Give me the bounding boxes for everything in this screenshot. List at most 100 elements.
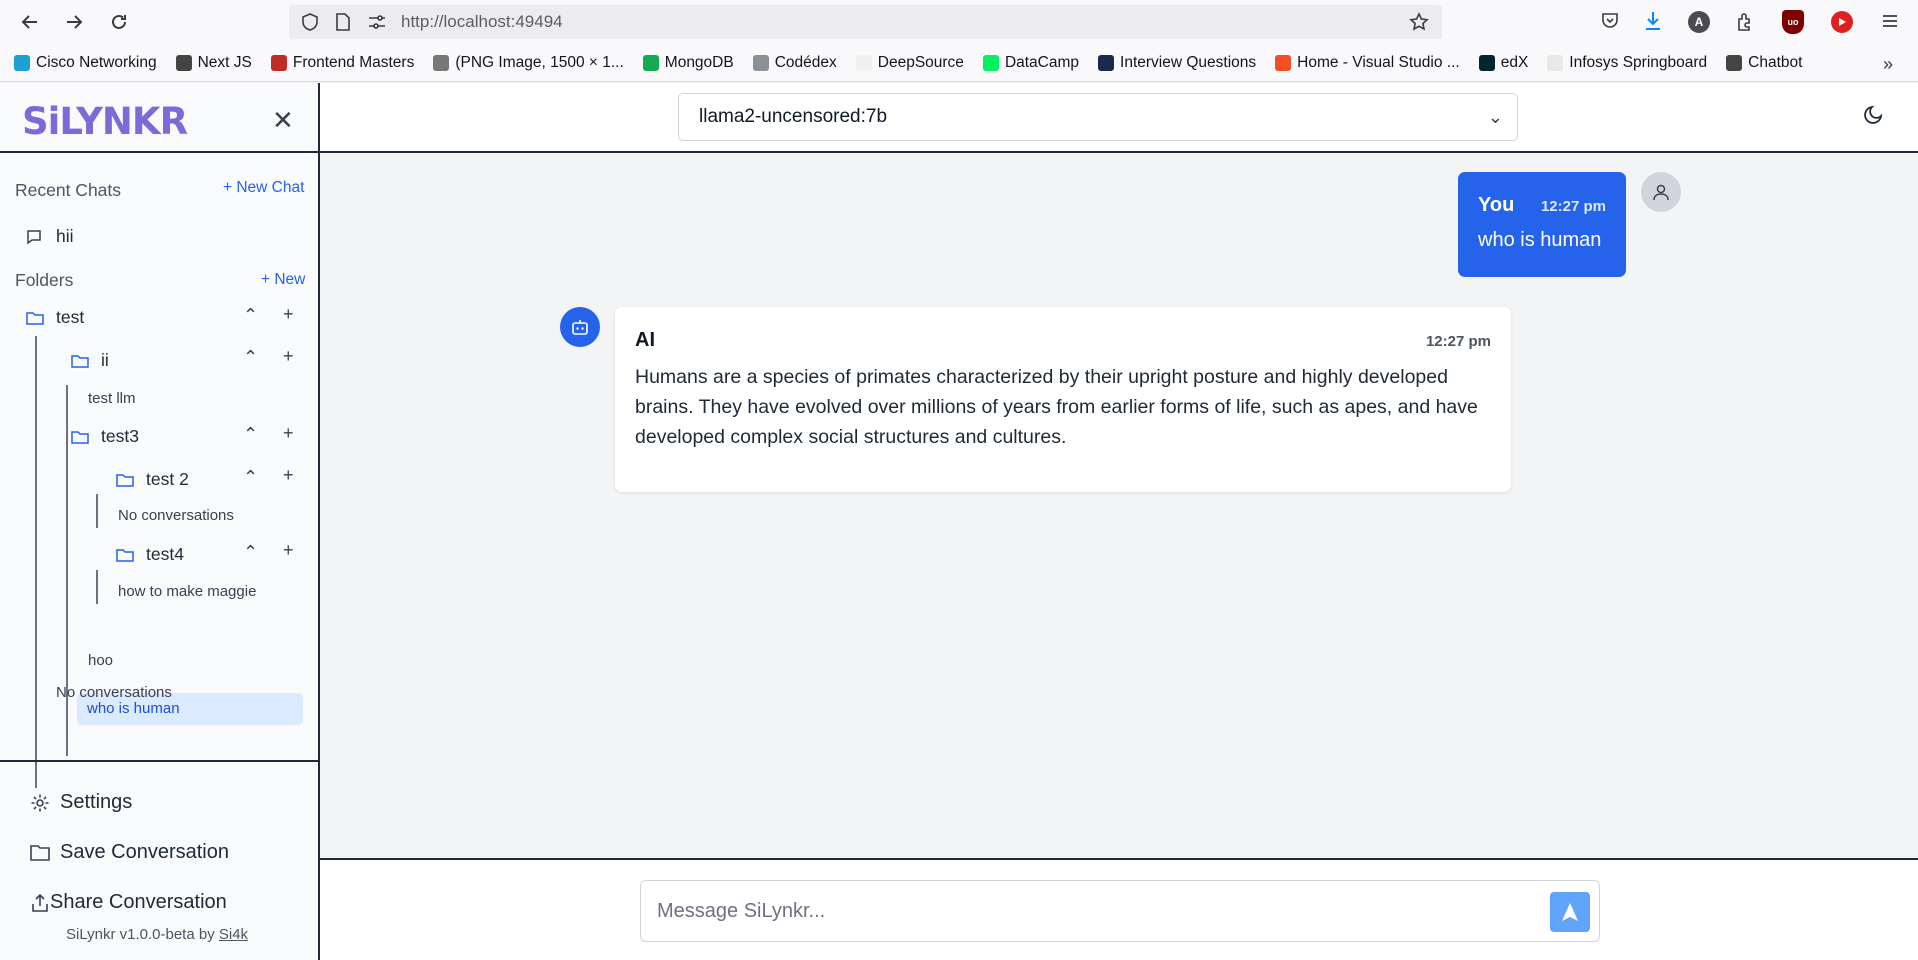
bookmark-label: Chatbot xyxy=(1748,53,1803,71)
model-select[interactable]: llama2-uncensored:7b ⌄ xyxy=(678,93,1518,141)
forward-icon[interactable] xyxy=(63,11,85,33)
bookmark-favicon-icon xyxy=(433,54,450,71)
user-message-time: 12:27 pm xyxy=(1540,198,1606,215)
download-icon[interactable] xyxy=(1643,10,1663,37)
bookmark-label: Frontend Masters xyxy=(292,53,415,71)
page-icon xyxy=(335,13,351,36)
logo: SiLYNKR xyxy=(22,100,188,143)
bookmark-item[interactable]: Chatbot xyxy=(1726,54,1802,72)
bookmark-label: edX xyxy=(1500,53,1529,71)
chat-bubble-icon xyxy=(27,229,41,244)
empty-folder-text: No conversations xyxy=(56,684,172,701)
collapse-chevron-icon[interactable]: ⌃ xyxy=(243,347,258,368)
author-link[interactable]: Si4k xyxy=(219,926,248,943)
bookmark-favicon-icon xyxy=(1478,54,1495,71)
bookmark-favicon-icon xyxy=(1098,54,1115,71)
add-icon[interactable]: + xyxy=(283,423,294,444)
bookmark-label: DataCamp xyxy=(1004,53,1080,71)
shield-icon xyxy=(301,13,319,36)
bookmark-label: Codédex xyxy=(774,53,837,71)
bookmark-label: Interview Questions xyxy=(1120,53,1257,71)
url-text: http://localhost:49494 xyxy=(401,12,563,31)
bookmark-item[interactable]: MongoDB xyxy=(642,54,734,72)
add-icon[interactable]: + xyxy=(283,540,294,561)
bookmark-item[interactable]: Frontend Masters xyxy=(270,53,415,72)
url-bar[interactable]: http://localhost:49494 xyxy=(289,5,1442,39)
reload-icon[interactable] xyxy=(108,11,130,33)
bookmark-label: Infosys Springboard xyxy=(1569,53,1708,71)
recent-chat-item[interactable]: hii xyxy=(26,226,74,247)
bookmark-favicon-icon xyxy=(14,54,30,71)
ublock-icon[interactable]: uo xyxy=(1782,10,1804,34)
new-folder-button[interactable]: + New xyxy=(261,271,305,289)
folder-test-label: test xyxy=(56,307,85,327)
send-icon xyxy=(1562,903,1578,921)
back-icon[interactable] xyxy=(19,11,41,33)
new-chat-button[interactable]: + New Chat xyxy=(223,179,304,197)
folder-ii[interactable]: ii xyxy=(71,350,109,371)
add-icon[interactable]: + xyxy=(283,346,294,367)
bookmark-item[interactable]: Cisco Networking xyxy=(14,54,157,72)
bookmark-label: Home - Visual Studio ... xyxy=(1297,53,1460,71)
folder-test4[interactable]: test4 xyxy=(116,544,184,565)
bookmark-item[interactable]: (PNG Image, 1500 × 1... xyxy=(433,53,624,72)
bookmark-item[interactable]: DeepSource xyxy=(855,53,964,72)
close-sidebar-icon[interactable]: ✕ xyxy=(272,105,294,136)
conversation-item[interactable]: how to make maggie xyxy=(118,583,256,600)
bookmark-favicon-icon xyxy=(982,54,999,71)
folder-test[interactable]: test xyxy=(26,307,84,328)
video-extension-icon[interactable] xyxy=(1831,11,1853,33)
folder-test-2[interactable]: test 2 xyxy=(116,469,189,490)
extensions-icon[interactable] xyxy=(1735,11,1755,36)
bookmark-star-icon[interactable] xyxy=(1409,12,1429,37)
share-icon xyxy=(32,893,48,912)
folder-test-2-label: test 2 xyxy=(146,469,189,489)
more-bookmarks-icon[interactable]: » xyxy=(1883,54,1893,75)
settings-label: Settings xyxy=(60,791,133,813)
tree-line xyxy=(35,336,37,788)
save-conversation-button[interactable]: Save Conversation xyxy=(30,841,229,864)
folder-test3-label: test3 xyxy=(101,426,139,446)
send-button[interactable] xyxy=(1550,892,1590,932)
bookmark-item[interactable]: Next JS xyxy=(175,53,252,72)
bookmark-item[interactable]: Interview Questions xyxy=(1098,54,1256,72)
collapse-chevron-icon[interactable]: ⌃ xyxy=(243,542,258,563)
collapse-chevron-icon[interactable]: ⌃ xyxy=(243,467,258,488)
bookmark-item[interactable]: edX xyxy=(1478,53,1529,72)
collapse-chevron-icon[interactable]: ⌃ xyxy=(243,424,258,445)
add-icon[interactable]: + xyxy=(283,465,294,486)
folder-test3[interactable]: test3 xyxy=(71,426,139,447)
dark-mode-toggle-icon[interactable] xyxy=(1863,103,1885,130)
pocket-icon[interactable] xyxy=(1600,11,1620,36)
ai-avatar xyxy=(560,307,600,347)
model-select-value: llama2-uncensored:7b xyxy=(699,106,888,127)
bookmark-favicon-icon xyxy=(1275,54,1292,71)
bookmark-label: Next JS xyxy=(197,53,252,71)
share-conversation-button[interactable]: Share Conversation xyxy=(30,891,227,914)
recent-chat-label: hii xyxy=(56,226,74,246)
add-icon[interactable]: + xyxy=(283,304,294,325)
account-icon[interactable]: A xyxy=(1688,11,1710,33)
settings-button[interactable]: Settings xyxy=(30,791,132,814)
bookmark-label: (PNG Image, 1500 × 1... xyxy=(455,53,624,71)
bookmarks-bar: Cisco Networking Next JS Frontend Masters (… xyxy=(0,44,1918,82)
bookmark-label: DeepSource xyxy=(877,53,964,71)
sidebar: SiLYNKR ✕ Recent Chats + New Chat hii Fo… xyxy=(0,83,320,960)
chat-area xyxy=(320,153,1918,858)
menu-icon[interactable] xyxy=(1880,11,1900,36)
conversation-item[interactable]: test llm xyxy=(88,390,136,407)
version-footer: SiLynkr v1.0.0-beta by Si4k xyxy=(66,926,249,943)
bookmark-item[interactable]: Codédex xyxy=(752,53,837,72)
bookmark-item[interactable]: DataCamp xyxy=(982,53,1080,72)
composer xyxy=(320,858,1918,960)
tree-line xyxy=(96,494,98,528)
bookmark-item[interactable]: Infosys Springboard xyxy=(1547,54,1707,72)
permissions-icon[interactable] xyxy=(367,13,387,36)
bookmark-item[interactable]: Home - Visual Studio ... xyxy=(1275,54,1460,72)
message-input[interactable] xyxy=(640,880,1600,942)
folder-icon xyxy=(30,844,50,861)
collapse-chevron-icon[interactable]: ⌃ xyxy=(243,305,258,326)
conversation-item[interactable]: hoo xyxy=(88,652,113,669)
bookmark-favicon-icon xyxy=(642,54,659,71)
bookmark-favicon-icon xyxy=(270,54,287,71)
